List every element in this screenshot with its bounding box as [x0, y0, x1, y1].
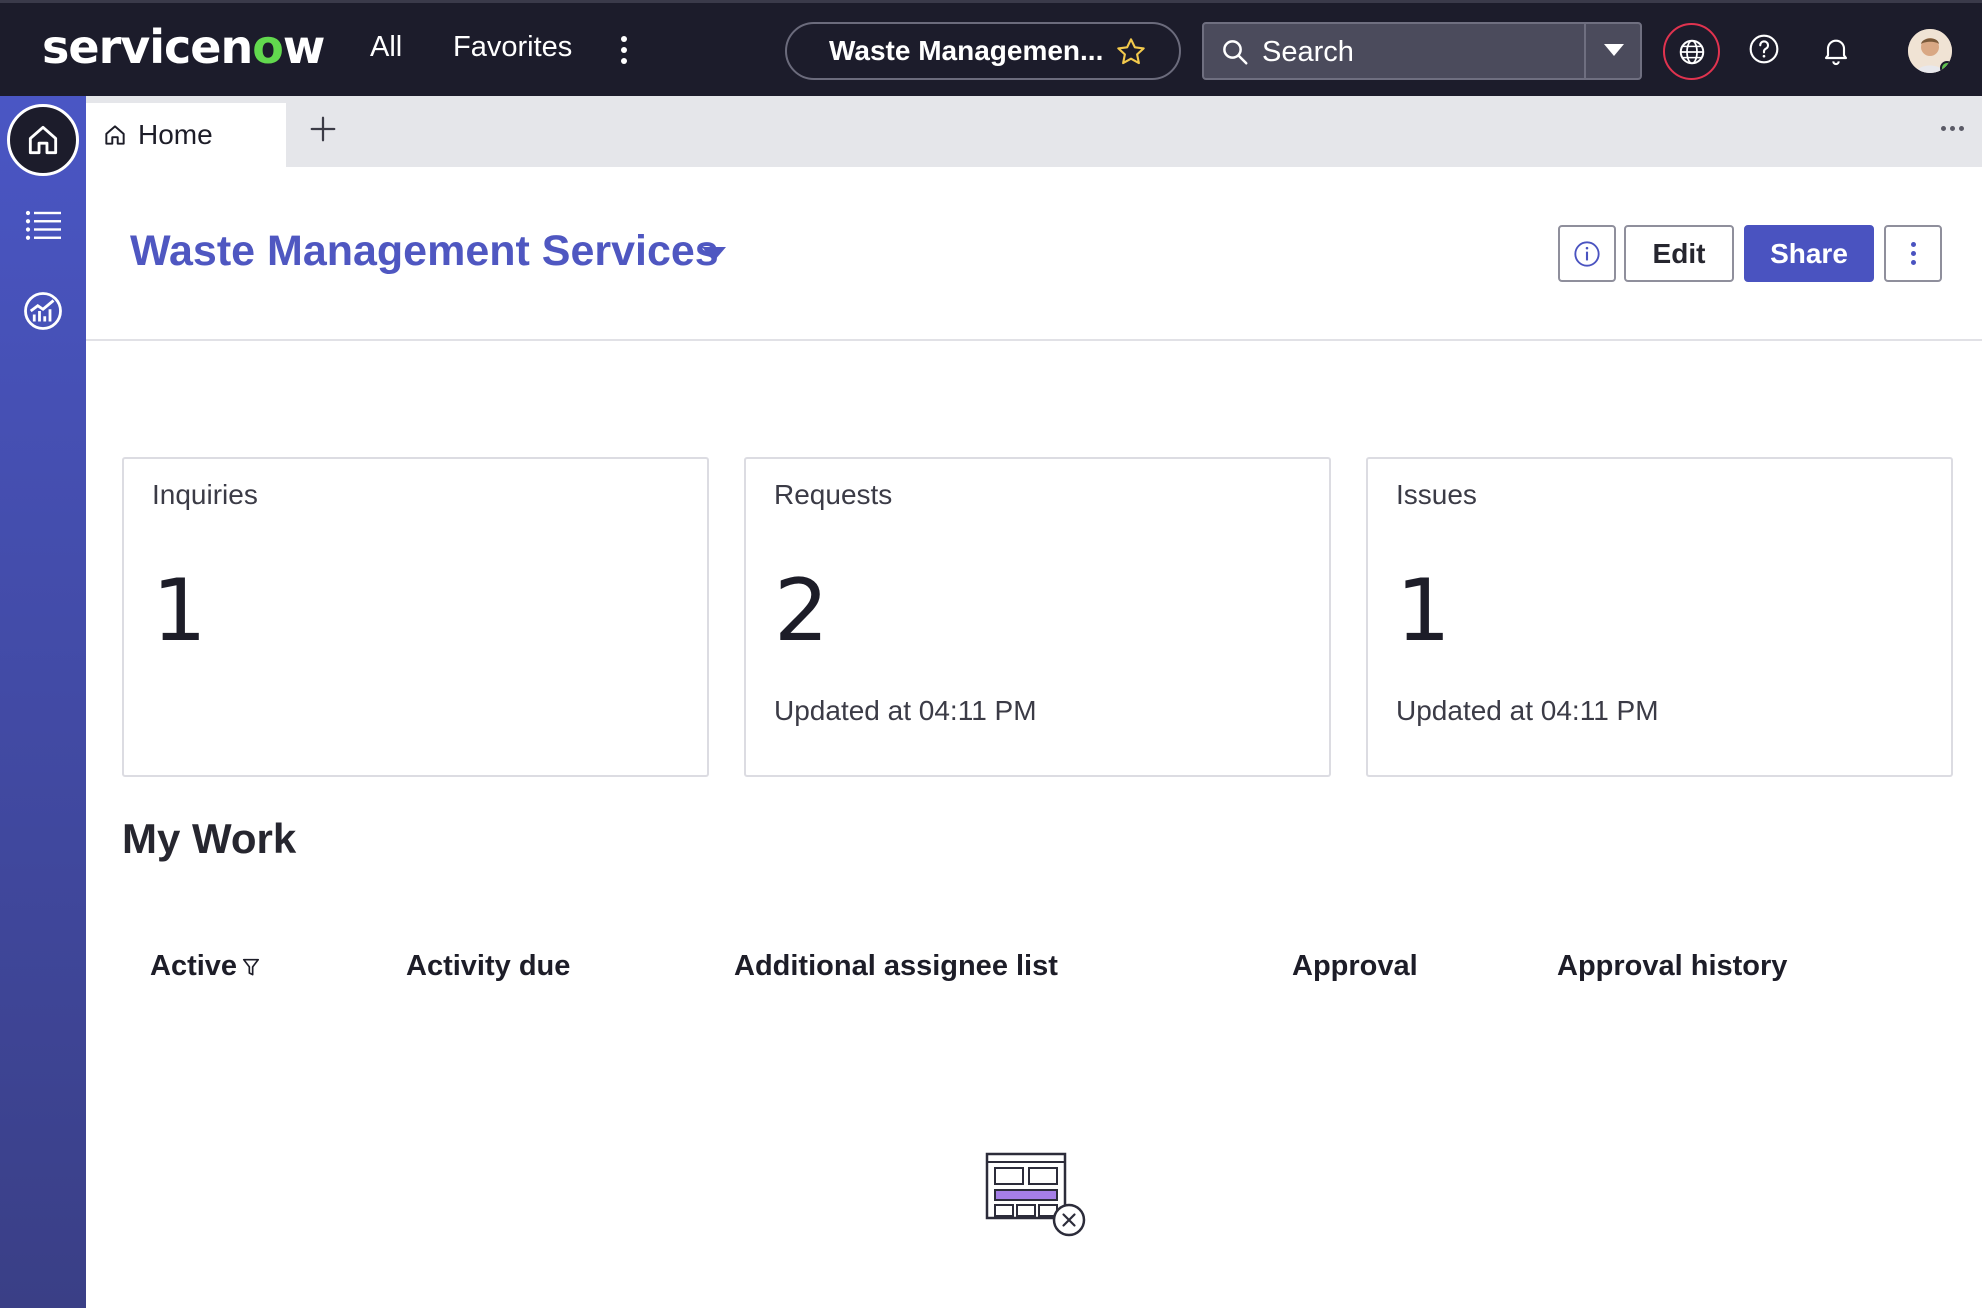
score-card-issues[interactable]: Issues 1 Updated at 04:11 PM: [1366, 457, 1953, 777]
servicenow-logo[interactable]: servicen o w: [42, 17, 325, 77]
context-title-pill[interactable]: Waste Managemen...: [785, 22, 1181, 80]
star-icon[interactable]: [1115, 36, 1147, 68]
column-header-additional-assignee-list[interactable]: Additional assignee list: [734, 950, 1058, 983]
info-icon: [1574, 240, 1600, 267]
add-tab-icon[interactable]: [308, 114, 338, 144]
filter-icon[interactable]: [242, 958, 260, 978]
card-value: 1: [1396, 561, 1451, 661]
top-navigation-bar: servicen o w All Favorites Waste Managemen…: [0, 0, 1982, 96]
help-icon[interactable]: [1748, 33, 1780, 65]
info-button[interactable]: [1558, 225, 1616, 282]
more-actions-button[interactable]: [1884, 225, 1942, 282]
logo-text-o: o: [252, 20, 284, 74]
sidebar: [0, 96, 86, 1308]
sidebar-item-analytics[interactable]: [22, 290, 64, 332]
more-horizontal-icon[interactable]: [1941, 126, 1964, 131]
more-vertical-icon: [1910, 242, 1916, 265]
home-icon: [28, 125, 58, 155]
column-header-active[interactable]: Active: [150, 950, 237, 983]
list-icon: [25, 210, 61, 240]
chevron-down-icon[interactable]: [702, 247, 726, 261]
avatar[interactable]: [1908, 29, 1952, 73]
column-header-approval-history[interactable]: Approval history: [1557, 950, 1787, 983]
score-card-requests[interactable]: Requests 2 Updated at 04:11 PM: [744, 457, 1331, 777]
presence-status-dot: [1940, 61, 1952, 73]
card-title: Issues: [1396, 479, 1477, 510]
card-title: Requests: [774, 479, 893, 510]
card-updated: Updated at 04:11 PM: [774, 695, 1037, 726]
sidebar-item-list[interactable]: [25, 210, 61, 240]
nav-all[interactable]: All: [370, 31, 402, 64]
tab-strip: Home: [86, 96, 1982, 167]
card-updated: Updated at 04:11 PM: [1396, 695, 1659, 726]
sidebar-item-home[interactable]: [7, 104, 79, 176]
my-work-heading: My Work: [122, 815, 297, 862]
search-input[interactable]: Search: [1262, 36, 1354, 69]
score-card-inquiries[interactable]: Inquiries 1: [122, 457, 709, 777]
logo-text-post: w: [282, 20, 325, 74]
search-icon: [1223, 40, 1248, 65]
column-header-activity-due[interactable]: Activity due: [406, 950, 570, 983]
card-value: 1: [152, 561, 207, 661]
bell-icon[interactable]: [1820, 33, 1852, 67]
global-search[interactable]: Search: [1202, 22, 1642, 80]
search-divider: [1584, 24, 1586, 78]
analytics-icon: [24, 292, 62, 330]
page-title[interactable]: Waste Management Services: [130, 227, 719, 276]
card-value: 2: [774, 561, 829, 661]
chevron-down-icon[interactable]: [1604, 44, 1624, 56]
nav-favorites[interactable]: Favorites: [453, 31, 572, 64]
logo-text-pre: servicen: [42, 20, 253, 74]
tab-home[interactable]: Home: [86, 103, 286, 167]
more-vertical-icon[interactable]: [612, 31, 636, 69]
page-header: Waste Management Services Edit Share: [86, 167, 1982, 341]
empty-list-illustration: [985, 1152, 1086, 1237]
globe-icon[interactable]: [1663, 23, 1720, 80]
home-icon: [105, 125, 125, 145]
share-button[interactable]: Share: [1744, 225, 1874, 282]
tab-home-label: Home: [138, 119, 213, 150]
column-header-approval[interactable]: Approval: [1292, 950, 1418, 983]
card-title: Inquiries: [152, 479, 258, 510]
context-title: Waste Managemen...: [829, 35, 1104, 66]
edit-button[interactable]: Edit: [1624, 225, 1734, 282]
